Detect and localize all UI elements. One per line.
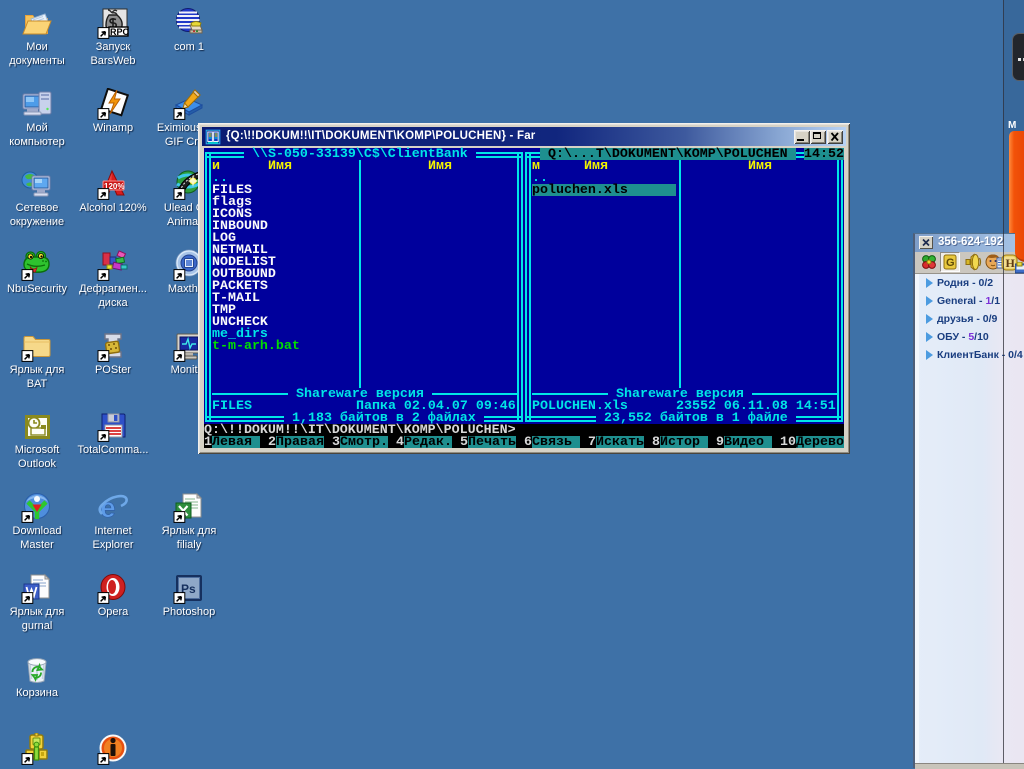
svg-text:RPC: RPC <box>110 27 129 37</box>
svg-text:G: G <box>946 257 955 269</box>
svg-text:H: H <box>1006 256 1016 270</box>
